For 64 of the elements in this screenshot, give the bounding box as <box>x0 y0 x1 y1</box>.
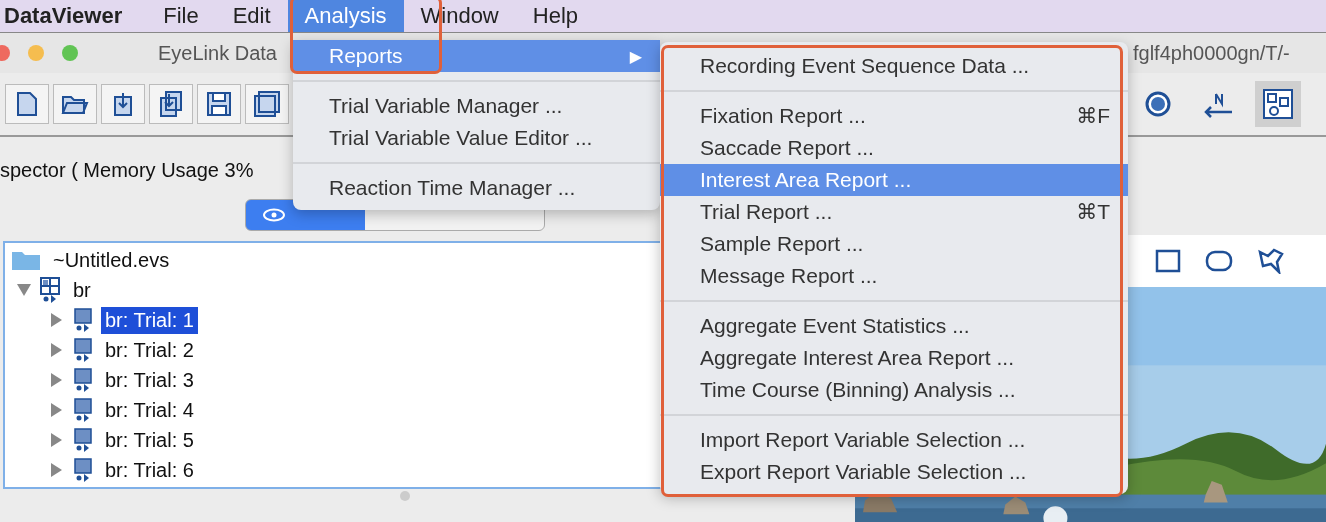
freeform-shape-icon[interactable] <box>1257 248 1285 274</box>
toolbar-button[interactable] <box>197 84 241 124</box>
menu-item[interactable]: Aggregate Interest Area Report ... <box>660 342 1128 374</box>
menu-item[interactable]: Time Course (Binning) Analysis ... <box>660 374 1128 406</box>
toolbar-button[interactable] <box>5 84 49 124</box>
disclosure-triangle[interactable] <box>51 463 62 477</box>
tree-item[interactable]: br: Trial: 4 <box>101 396 198 424</box>
menu-title[interactable]: Help <box>515 0 595 32</box>
tree-item[interactable]: br: Trial: 6 <box>101 456 198 484</box>
disclosure-triangle[interactable] <box>51 343 62 357</box>
trial-icon <box>73 307 93 333</box>
trial-icon <box>73 397 93 423</box>
tree-item[interactable]: br: Trial: 3 <box>101 366 198 394</box>
tree-item[interactable]: br: Trial: 1 <box>101 306 198 334</box>
group-icon <box>39 276 61 304</box>
menu-item[interactable]: Import Report Variable Selection ... <box>660 424 1128 456</box>
window-title: fglf4ph0000gn/T/- <box>1132 41 1290 65</box>
toolbar-button[interactable] <box>245 84 289 124</box>
toolbar-button[interactable] <box>101 84 145 124</box>
tree-item[interactable]: br <box>69 276 95 304</box>
toolbar-button[interactable] <box>1255 81 1301 127</box>
toolbar-button[interactable] <box>53 84 97 124</box>
tree-item[interactable]: ~Untitled.evs <box>49 246 174 274</box>
menu-title[interactable]: Analysis <box>287 0 404 32</box>
panel-title: spector ( Memory Usage 3% <box>0 159 254 183</box>
trial-icon <box>73 427 93 453</box>
window-title: EyeLink Data <box>158 41 277 65</box>
tree-item[interactable]: br: Trial: 5 <box>101 426 198 454</box>
menu-item[interactable]: Saccade Report ... <box>660 132 1128 164</box>
trial-icon <box>73 457 93 483</box>
disclosure-triangle[interactable] <box>51 403 62 417</box>
menu-item[interactable]: Aggregate Event Statistics ... <box>660 310 1128 342</box>
menu-item[interactable]: Message Report ... <box>660 260 1128 292</box>
rectangle-icon[interactable] <box>1155 249 1181 273</box>
menu-item[interactable]: Export Report Variable Selection ... <box>660 456 1128 488</box>
menu-item[interactable]: Sample Report ... <box>660 228 1128 260</box>
rounded-shape-icon[interactable] <box>1205 250 1233 272</box>
menu-title[interactable]: Edit <box>215 0 288 32</box>
import-icon <box>159 90 183 118</box>
tree-item[interactable]: br: Trial: 2 <box>101 336 198 364</box>
eye-icon <box>262 208 286 222</box>
disclosure-triangle[interactable] <box>51 373 62 387</box>
trial-icon <box>73 337 93 363</box>
menu-item[interactable]: Trial Variable Manager ... <box>293 90 660 122</box>
save-icon <box>206 91 232 117</box>
toolbar-button[interactable] <box>149 84 193 124</box>
menu-item[interactable]: Trial Variable Value Editor ... <box>293 122 660 154</box>
new-file-icon <box>16 91 38 117</box>
disclosure-triangle[interactable] <box>51 433 62 447</box>
menu-title[interactable]: File <box>146 0 216 32</box>
folder-icon <box>11 249 41 271</box>
disclosure-triangle[interactable] <box>51 313 62 327</box>
menu-item[interactable]: Fixation Report ... ⌘F <box>660 100 1128 132</box>
menu-item[interactable]: Trial Report ... ⌘T <box>660 196 1128 228</box>
folder-icon <box>61 93 89 115</box>
app-name[interactable]: DataViewer <box>0 0 147 32</box>
target-icon <box>1145 91 1171 117</box>
trial-icon <box>73 367 93 393</box>
import-icon <box>112 91 134 117</box>
save-icon <box>253 90 281 118</box>
splitter-handle[interactable] <box>400 491 410 501</box>
menu-item[interactable]: Recording Event Sequence Data ... <box>660 50 1128 82</box>
diagram-icon <box>1262 88 1294 120</box>
menu-item[interactable]: Reaction Time Manager ... <box>293 172 660 204</box>
